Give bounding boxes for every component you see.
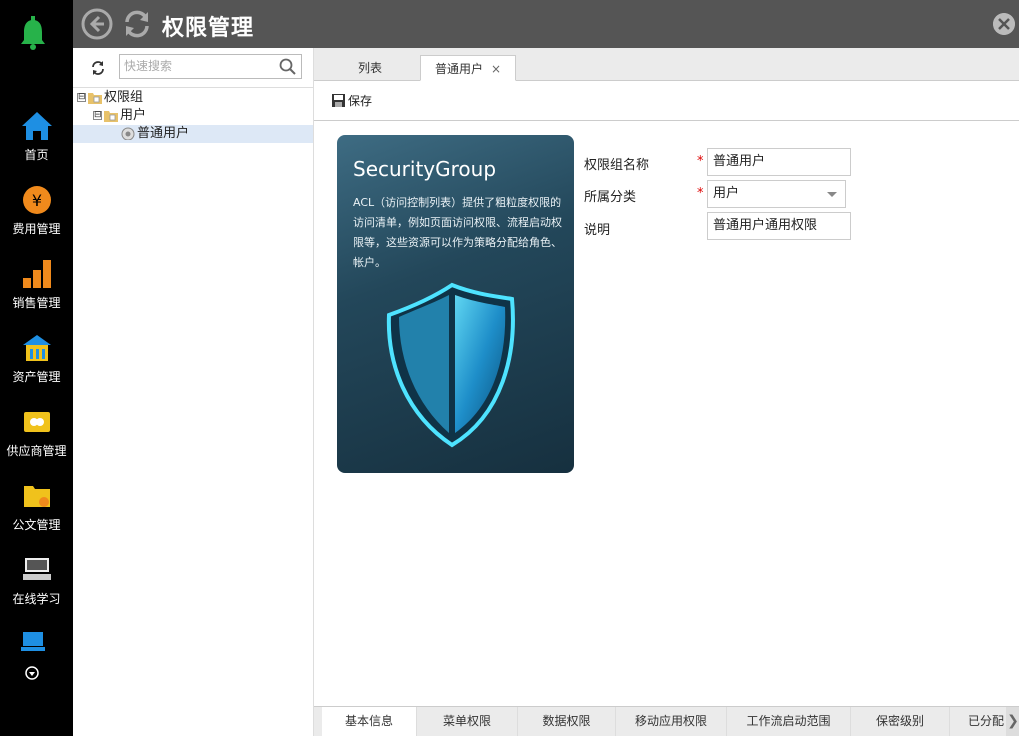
tab-label: 菜单权限 — [442, 714, 491, 728]
save-label: 保存 — [348, 94, 373, 108]
category-select[interactable]: 用户 — [707, 180, 846, 208]
tab-label: 移动应用权限 — [634, 714, 707, 728]
nav-label: 费用管理 — [12, 222, 61, 236]
save-button[interactable]: 保存 — [332, 91, 372, 111]
tree-node-label: 权限组 — [104, 90, 144, 105]
close-icon[interactable] — [993, 13, 1015, 35]
bell-icon[interactable] — [19, 16, 47, 50]
tab-data-permission[interactable]: 数据权限 — [518, 707, 616, 736]
scroll-down-icon[interactable] — [25, 666, 39, 680]
nav-item-assets[interactable]: 资产管理 — [0, 332, 73, 402]
nav-label: 公文管理 — [12, 518, 61, 532]
tab-bar: 列表 普通用户 × — [314, 48, 1019, 81]
tab-label: 基本信息 — [344, 714, 393, 728]
permission-item-icon — [121, 127, 135, 140]
yen-coin-icon: ¥ — [22, 186, 51, 214]
search-input[interactable] — [120, 55, 270, 77]
nav-label: 资产管理 — [12, 370, 61, 384]
nav-item-home[interactable]: 首页 — [0, 110, 73, 180]
nav-label: 首页 — [24, 148, 49, 162]
tab-label: 保密级别 — [875, 714, 924, 728]
tab-scroll-right-icon[interactable]: ❯ — [1007, 707, 1019, 736]
floppy-disk-icon — [332, 94, 345, 107]
tab-close-icon[interactable]: × — [491, 62, 501, 76]
shield-icon — [386, 282, 515, 448]
document-folder-icon — [23, 486, 50, 507]
home-icon — [21, 112, 52, 140]
toolbar: 保存 — [314, 81, 1019, 121]
tree-node-label: 普通用户 — [137, 126, 190, 141]
handshake-folder-icon — [23, 412, 50, 432]
folder-icon — [104, 111, 118, 122]
tab-security-level[interactable]: 保密级别 — [851, 707, 950, 736]
folder-icon — [88, 93, 102, 104]
back-icon[interactable] — [81, 8, 113, 40]
search-box — [119, 54, 302, 79]
tab-mobile-permission[interactable]: 移动应用权限 — [616, 707, 727, 736]
desc-label: 说明 — [584, 223, 611, 238]
tab-label: 列表 — [357, 61, 382, 75]
required-mark: * — [697, 186, 704, 201]
nav-item-document[interactable]: 公文管理 — [0, 480, 73, 550]
nav-item-expense[interactable]: ¥ 费用管理 — [0, 184, 73, 254]
tab-label: 已分配 — [968, 714, 1005, 728]
category-label: 所属分类 — [584, 190, 637, 205]
nav-label: 在线学习 — [12, 592, 61, 606]
tab-workflow-scope[interactable]: 工作流启动范围 — [727, 707, 851, 736]
header-bar: 权限管理 — [73, 0, 1019, 48]
bar-chart-icon — [22, 260, 51, 288]
desc-field[interactable]: 普通用户通用权限 — [707, 212, 851, 240]
bottom-tab-bar: 基本信息 菜单权限 数据权限 移动应用权限 工作流启动范围 保密级别 已分配 ❯ — [314, 706, 1019, 736]
required-mark: * — [697, 154, 704, 169]
nav-label: 供应商管理 — [6, 444, 67, 458]
tree-refresh-icon[interactable] — [90, 60, 106, 76]
collapse-toggle[interactable]: ⊟ — [93, 111, 102, 120]
card-title: SecurityGroup — [353, 157, 497, 181]
building-icon — [22, 335, 51, 361]
nav-item-learning[interactable]: 在线学习 — [0, 554, 73, 624]
tree-node-normal-user[interactable]: 普通用户 — [73, 125, 313, 143]
nav-item-sales[interactable]: 销售管理 — [0, 258, 73, 328]
main-content: 列表 普通用户 × 保存 SecurityGroup ACL（访问控制列表）提供了… — [314, 48, 1019, 736]
refresh-icon[interactable] — [121, 8, 153, 40]
search-icon[interactable] — [279, 58, 297, 76]
tab-assigned[interactable]: 已分配 — [950, 707, 1007, 736]
tab-label: 工作流启动范围 — [746, 714, 831, 728]
tree-node-label: 用户 — [120, 108, 147, 123]
tab-menu-permission[interactable]: 菜单权限 — [417, 707, 518, 736]
security-group-card: SecurityGroup ACL（访问控制列表）提供了粗粒度权限的访问清单，例… — [337, 135, 574, 473]
chevron-down-icon — [827, 192, 837, 197]
tab-list[interactable]: 列表 — [326, 55, 414, 81]
keyboard-icon — [22, 558, 51, 580]
left-nav: 首页 ¥ 费用管理 销售管理 资产管理 供应商管理 公文管理 在线学习 — [0, 0, 73, 736]
name-field[interactable]: 普通用户 — [707, 148, 851, 176]
monitor-icon[interactable] — [19, 630, 47, 654]
nav-item-supplier[interactable]: 供应商管理 — [0, 406, 73, 476]
card-description: ACL（访问控制列表）提供了粗粒度权限的访问清单，例如页面访问权限、流程启动权限… — [353, 196, 562, 269]
tree-node-user[interactable]: ⊟ 用户 — [93, 107, 313, 125]
tab-basic-info[interactable]: 基本信息 — [322, 707, 417, 736]
svg-text:¥: ¥ — [31, 191, 41, 210]
tab-label: 普通用户 — [434, 62, 483, 76]
nav-label: 销售管理 — [12, 296, 61, 310]
tree-toolbar — [73, 48, 313, 88]
tree-panel: ⊟权限组 ⊟用户 普通用户 — [73, 48, 314, 736]
name-label: 权限组名称 — [584, 158, 650, 173]
tree-node-acl-group[interactable]: ⊟ 权限组 — [77, 89, 313, 107]
collapse-toggle[interactable]: ⊟ — [77, 93, 86, 102]
page-title: 权限管理 — [162, 16, 255, 41]
tab-label: 数据权限 — [542, 714, 591, 728]
category-value: 用户 — [713, 186, 740, 201]
tab-normal-user[interactable]: 普通用户 × — [420, 55, 516, 81]
